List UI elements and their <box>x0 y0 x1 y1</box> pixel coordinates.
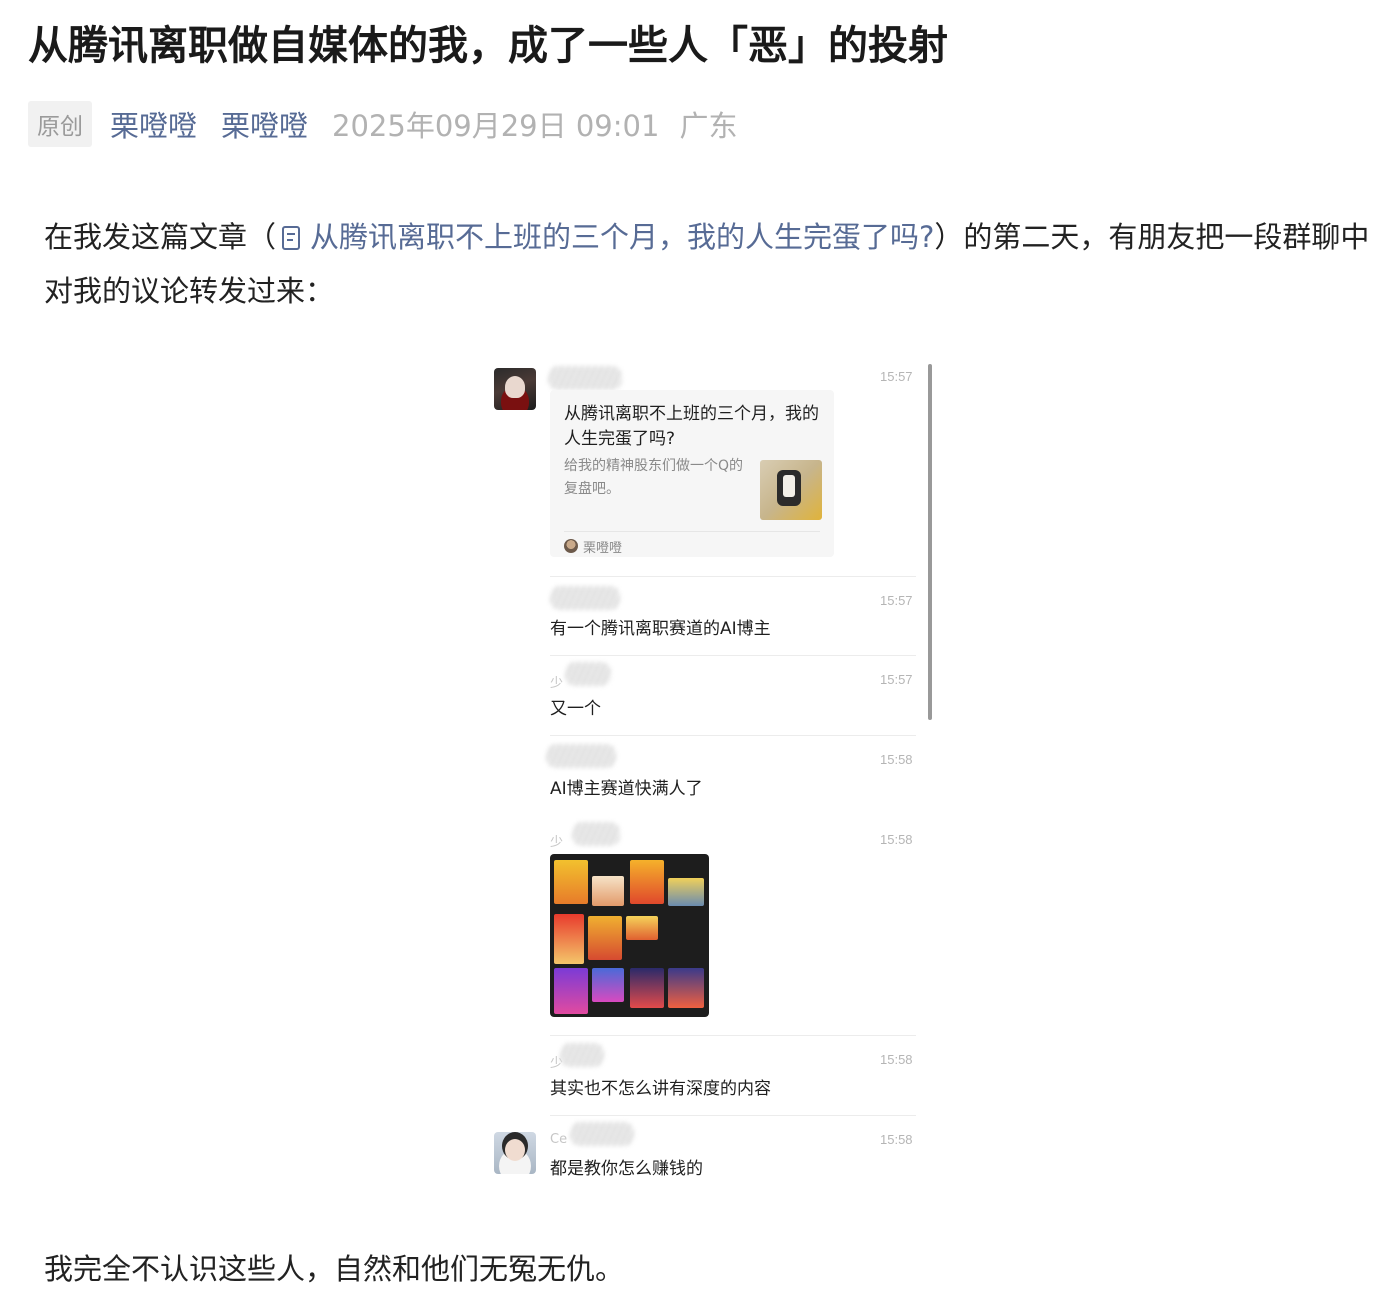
document-icon <box>282 226 301 250</box>
blurred-sender-name <box>570 1122 634 1146</box>
message-time: 15:58 <box>880 1052 913 1067</box>
paragraph-intro: 在我发这篇文章（ 从腾讯离职不上班的三个月，我的人生完蛋了吗?）的第二天，有朋友把… <box>44 210 1374 318</box>
image-tile <box>630 968 664 1008</box>
message-divider <box>550 735 916 736</box>
card-source: 栗噔噔 <box>583 541 623 556</box>
sender-name-fragment: 少 <box>550 835 564 850</box>
article-link[interactable]: 从腾讯离职不上班的三个月，我的人生完蛋了吗? <box>276 220 934 254</box>
message-time: 15:58 <box>880 1132 913 1147</box>
sender-name-fragment: Ce <box>550 1132 568 1147</box>
card-description: 给我的精神股东们做一个Q的复盘吧。 <box>564 458 744 497</box>
source-avatar-icon <box>564 539 578 553</box>
card-thumbnail <box>760 460 822 520</box>
blurred-sender-name <box>560 1043 604 1067</box>
message-time: 15:58 <box>880 832 913 847</box>
message-divider <box>550 1115 916 1116</box>
article-title: 从腾讯离职做自媒体的我，成了一些人「恶」的投射 <box>28 23 948 69</box>
blurred-sender-name <box>572 822 620 846</box>
image-tile <box>554 968 588 1014</box>
message-divider <box>550 1035 916 1036</box>
blurred-sender-name <box>565 662 611 686</box>
card-divider <box>564 531 820 532</box>
publish-location: 广东 <box>679 109 738 143</box>
message-time: 15:57 <box>880 593 913 608</box>
image-tile <box>588 916 622 960</box>
article-meta: 原创 栗噔噔 栗噔噔 2025年09月29日 09:01 广东 <box>28 101 738 147</box>
publish-datetime: 2025年09月29日 09:01 <box>332 109 660 143</box>
intro-text-before: 在我发这篇文章（ <box>44 220 277 254</box>
original-badge: 原创 <box>28 101 92 147</box>
image-tile <box>626 916 658 940</box>
account-name-link[interactable]: 栗噔噔 <box>221 103 308 145</box>
image-tile <box>668 968 704 1008</box>
paragraph-closing: 我完全不认识这些人，自然和他们无冤无仇。 <box>44 1252 625 1286</box>
sender-name-fragment: 少 <box>550 676 564 691</box>
chat-scrollbar <box>928 364 932 720</box>
message-text: 有一个腾讯离职赛道的AI博主 <box>550 619 771 639</box>
blurred-sender-name <box>550 586 620 610</box>
blurred-sender-name <box>548 366 622 390</box>
message-time: 15:58 <box>880 752 913 767</box>
image-tile <box>592 876 624 906</box>
avatar <box>494 1132 536 1174</box>
message-text: AI博主赛道快满人了 <box>550 779 703 799</box>
message-text: 又一个 <box>550 699 601 719</box>
image-tile <box>554 914 584 964</box>
blurred-sender-name <box>546 744 616 768</box>
message-time: 15:57 <box>880 369 913 384</box>
message-text: 都是教你怎么赚钱的 <box>550 1159 703 1179</box>
card-title: 从腾讯离职不上班的三个月，我的人生完蛋了吗? <box>564 404 819 449</box>
article-link-text[interactable]: 从腾讯离职不上班的三个月，我的人生完蛋了吗? <box>310 220 934 254</box>
author-link[interactable]: 栗噔噔 <box>110 103 197 145</box>
message-divider <box>550 576 916 577</box>
image-message <box>550 854 709 1017</box>
message-text: 其实也不怎么讲有深度的内容 <box>550 1079 771 1099</box>
image-tile <box>630 860 664 904</box>
image-tile <box>592 968 624 1002</box>
image-tile <box>554 860 588 904</box>
shared-article-card: 从腾讯离职不上班的三个月，我的人生完蛋了吗? 给我的精神股东们做一个Q的复盘吧。… <box>550 390 834 557</box>
avatar <box>494 368 536 410</box>
message-divider <box>550 655 916 656</box>
image-tile <box>668 878 704 906</box>
message-time: 15:57 <box>880 672 913 687</box>
